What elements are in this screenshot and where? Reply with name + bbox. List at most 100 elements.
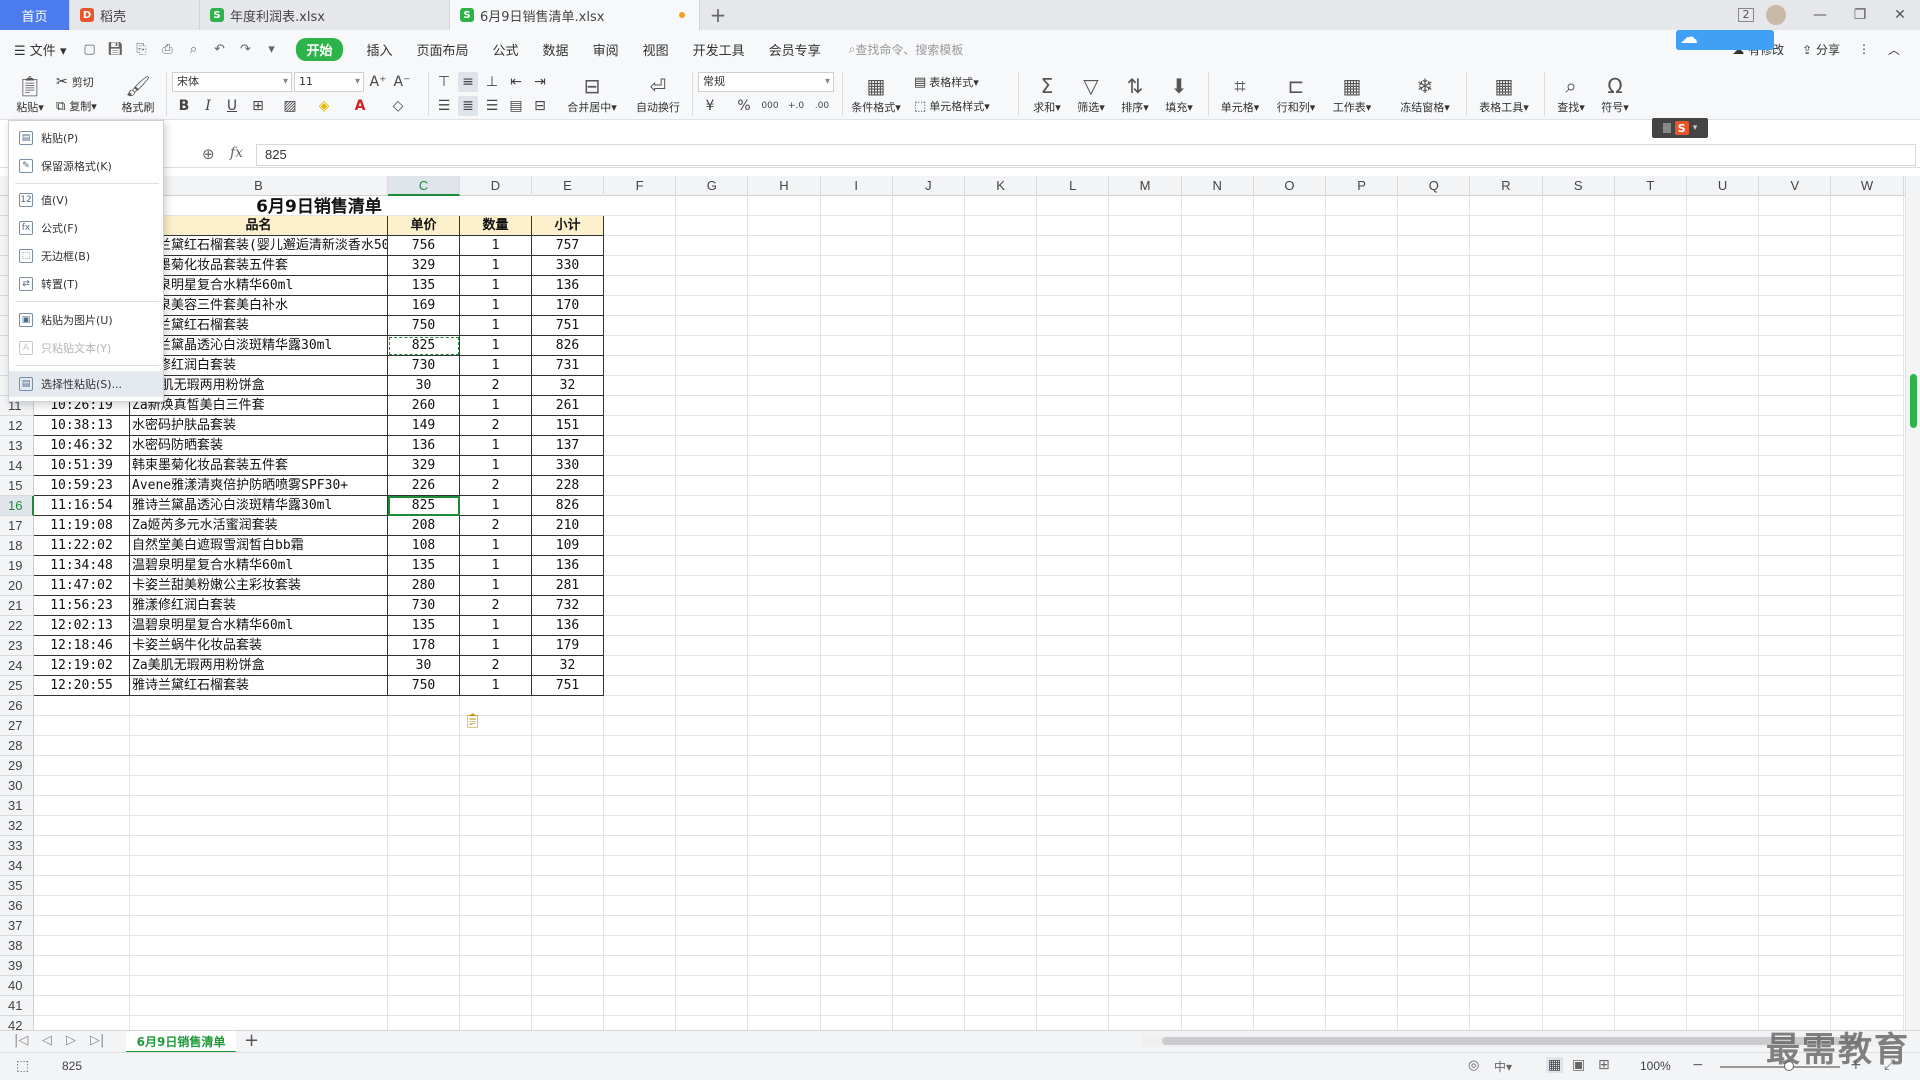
- empty-cell[interactable]: [1759, 956, 1832, 976]
- empty-cell[interactable]: [1037, 376, 1110, 396]
- empty-cell[interactable]: [1109, 976, 1182, 996]
- empty-cell[interactable]: [1398, 316, 1471, 336]
- empty-cell[interactable]: [1614, 776, 1687, 796]
- share-button[interactable]: ⇪ 分享: [1802, 41, 1840, 58]
- align-right-icon[interactable]: ☰: [482, 96, 502, 116]
- cut-button[interactable]: ✂ 剪切: [56, 72, 94, 92]
- row-header[interactable]: 42: [0, 1016, 34, 1030]
- empty-cell[interactable]: [1470, 556, 1543, 576]
- empty-cell[interactable]: [1109, 256, 1182, 276]
- table-cell[interactable]: 30: [388, 656, 460, 676]
- empty-cell[interactable]: [1759, 576, 1832, 596]
- empty-cell[interactable]: [1398, 696, 1471, 716]
- empty-cell[interactable]: [1181, 616, 1254, 636]
- empty-cell[interactable]: [820, 516, 893, 536]
- empty-cell[interactable]: [1253, 576, 1326, 596]
- empty-cell[interactable]: [1831, 516, 1904, 536]
- empty-cell[interactable]: [892, 336, 965, 356]
- empty-cell[interactable]: [1253, 496, 1326, 516]
- table-cell[interactable]: 135: [388, 616, 460, 636]
- empty-cell[interactable]: [820, 356, 893, 376]
- empty-cell[interactable]: [1614, 936, 1687, 956]
- empty-cell[interactable]: [892, 536, 965, 556]
- empty-cell[interactable]: [676, 556, 749, 576]
- empty-cell[interactable]: [820, 656, 893, 676]
- empty-cell[interactable]: [1687, 796, 1760, 816]
- empty-cell[interactable]: [676, 196, 749, 216]
- empty-cell[interactable]: [1037, 856, 1110, 876]
- empty-cell[interactable]: [676, 436, 749, 456]
- table-cell[interactable]: 226: [388, 476, 460, 496]
- empty-cell[interactable]: [1542, 736, 1615, 756]
- table-cell[interactable]: 卡姿兰甜美粉嫩公主彩妆套装: [130, 576, 388, 596]
- empty-cell[interactable]: [820, 876, 893, 896]
- empty-cell[interactable]: [1759, 816, 1832, 836]
- empty-cell[interactable]: [604, 216, 677, 236]
- table-cell[interactable]: 1: [460, 636, 532, 656]
- empty-cell[interactable]: [1109, 736, 1182, 756]
- empty-cell[interactable]: [1687, 696, 1760, 716]
- table-cell[interactable]: 1: [460, 616, 532, 636]
- empty-cell[interactable]: [532, 876, 604, 896]
- empty-cell[interactable]: [1470, 936, 1543, 956]
- empty-cell[interactable]: [1398, 1016, 1471, 1030]
- empty-cell[interactable]: [1759, 916, 1832, 936]
- empty-cell[interactable]: [1398, 576, 1471, 596]
- column-header-s[interactable]: S: [1543, 176, 1615, 196]
- paste-menu-no-border[interactable]: ⬚ 无边框(B): [9, 243, 163, 269]
- table-cell[interactable]: 温碧泉明星复合水精华60ml: [130, 276, 388, 296]
- empty-cell[interactable]: [1181, 296, 1254, 316]
- table-cell[interactable]: 109: [532, 536, 604, 556]
- empty-cell[interactable]: [748, 876, 821, 896]
- table-cell[interactable]: 135: [388, 556, 460, 576]
- row-header[interactable]: 36: [0, 896, 34, 916]
- empty-cell[interactable]: [1253, 536, 1326, 556]
- empty-cell[interactable]: [1109, 356, 1182, 376]
- zoom-out-icon[interactable]: −: [1692, 1057, 1704, 1073]
- empty-cell[interactable]: [1542, 556, 1615, 576]
- empty-cell[interactable]: [1614, 816, 1687, 836]
- column-header-m[interactable]: M: [1109, 176, 1182, 196]
- empty-cell[interactable]: [1253, 796, 1326, 816]
- empty-cell[interactable]: [1037, 296, 1110, 316]
- empty-cell[interactable]: [130, 916, 388, 936]
- empty-cell[interactable]: [1470, 836, 1543, 856]
- empty-cell[interactable]: [1109, 556, 1182, 576]
- empty-cell[interactable]: [1614, 716, 1687, 736]
- empty-cell[interactable]: [676, 536, 749, 556]
- empty-cell[interactable]: [1253, 896, 1326, 916]
- empty-cell[interactable]: [1542, 536, 1615, 556]
- empty-cell[interactable]: [748, 496, 821, 516]
- empty-cell[interactable]: [1831, 936, 1904, 956]
- table-cell[interactable]: 208: [388, 516, 460, 536]
- empty-cell[interactable]: [1398, 216, 1471, 236]
- empty-cell[interactable]: [1687, 816, 1760, 836]
- empty-cell[interactable]: [1831, 556, 1904, 576]
- empty-cell[interactable]: [1614, 276, 1687, 296]
- row-header[interactable]: 21: [0, 596, 34, 616]
- empty-cell[interactable]: [34, 976, 130, 996]
- table-cell[interactable]: 1: [460, 436, 532, 456]
- empty-cell[interactable]: [532, 756, 604, 776]
- empty-cell[interactable]: [1831, 616, 1904, 636]
- empty-cell[interactable]: [1470, 596, 1543, 616]
- align-bottom-icon[interactable]: ⊥: [482, 72, 502, 92]
- empty-cell[interactable]: [1687, 916, 1760, 936]
- empty-cell[interactable]: [1831, 736, 1904, 756]
- new-file-icon[interactable]: ▢: [80, 41, 98, 57]
- empty-cell[interactable]: [1398, 776, 1471, 796]
- empty-cell[interactable]: [1398, 596, 1471, 616]
- empty-cell[interactable]: [1831, 696, 1904, 716]
- empty-cell[interactable]: [1253, 236, 1326, 256]
- empty-cell[interactable]: [1614, 196, 1687, 216]
- table-cell[interactable]: 水密码护肤品套装: [130, 416, 388, 436]
- empty-cell[interactable]: [965, 276, 1038, 296]
- column-header-i[interactable]: I: [821, 176, 893, 196]
- empty-cell[interactable]: [1687, 956, 1760, 976]
- empty-cell[interactable]: [604, 236, 677, 256]
- column-header-k[interactable]: K: [965, 176, 1038, 196]
- empty-cell[interactable]: [1614, 696, 1687, 716]
- empty-cell[interactable]: [820, 776, 893, 796]
- column-header-w[interactable]: W: [1831, 176, 1904, 196]
- empty-cell[interactable]: [1470, 796, 1543, 816]
